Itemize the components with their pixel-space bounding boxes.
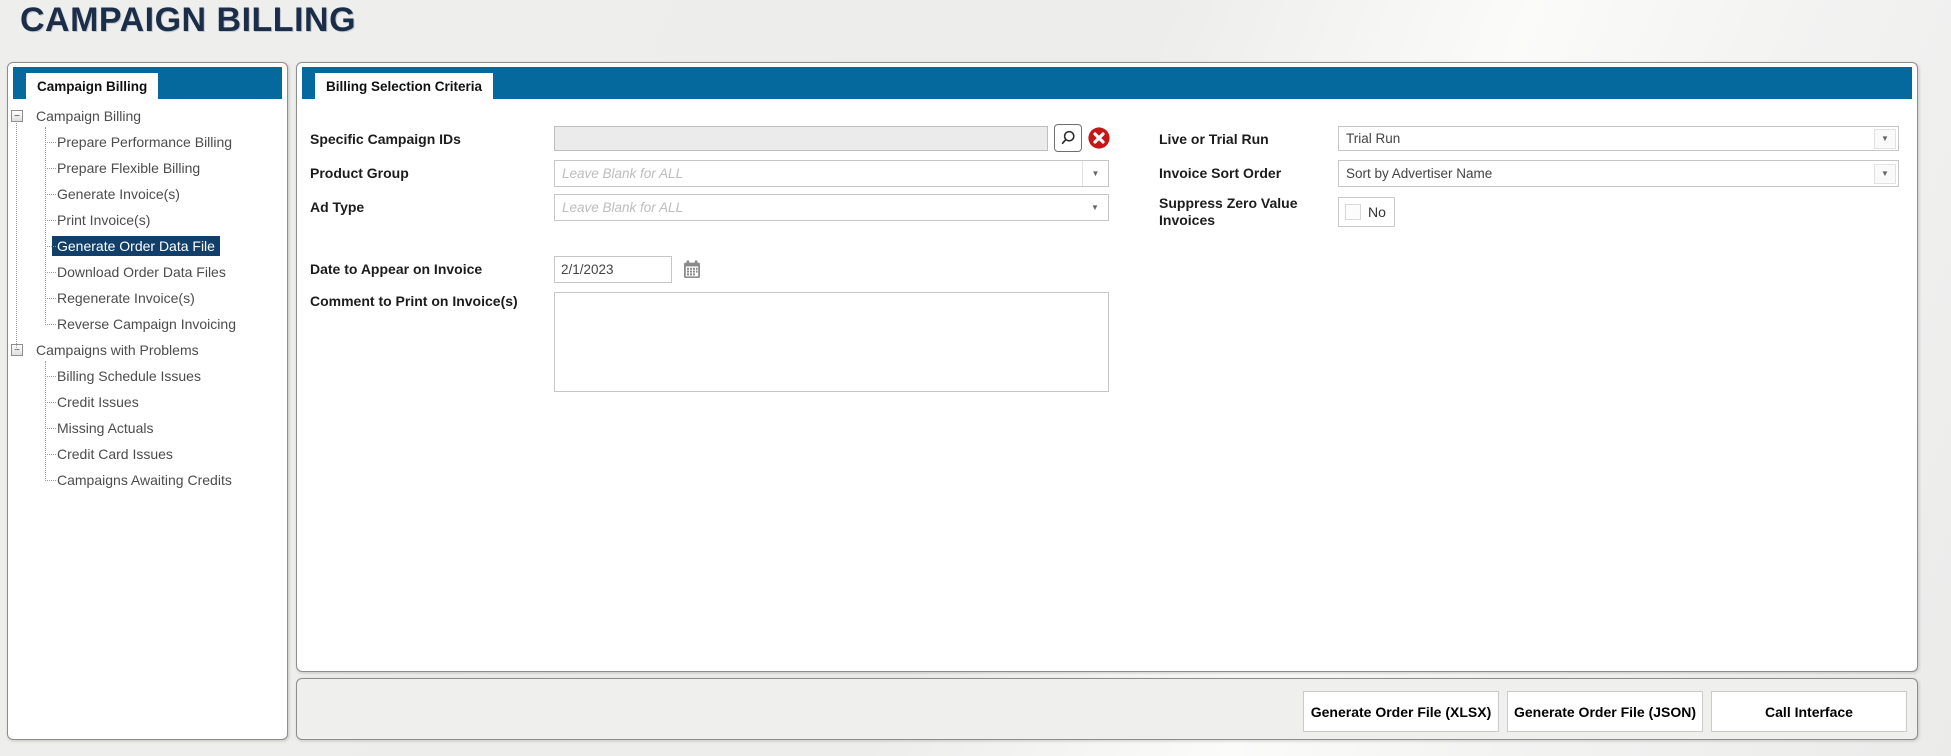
invoice-date-input[interactable] [554,256,672,283]
comment-label: Comment to Print on Invoice(s) [310,293,518,310]
ad-type-select[interactable]: Leave Blank for ALL ▼ [554,194,1109,221]
live-or-trial-label: Live or Trial Run [1159,131,1269,148]
tree-connector-line [45,402,56,403]
tab-billing-selection-criteria[interactable]: Billing Selection Criteria [315,73,493,99]
suppress-zero-toggle[interactable]: No [1338,197,1395,227]
tree-item-label: Download Order Data Files [57,264,226,280]
tree-item-reverse-campaign-invoicing[interactable]: Reverse Campaign Invoicing [8,311,287,337]
main-tabbar: Billing Selection Criteria [302,67,1912,99]
action-bar: Generate Order File (XLSX) Generate Orde… [296,678,1918,740]
tree-connector-line [45,298,56,299]
tree-item-label: Prepare Flexible Billing [57,160,200,176]
tree-item-missing-actuals[interactable]: Missing Actuals [8,415,287,441]
tree-item-credit-card-issues[interactable]: Credit Card Issues [8,441,287,467]
suppress-zero-label: Suppress Zero Value Invoices [1159,195,1311,229]
tree-connector-line [45,194,56,195]
tree-item-label: Billing Schedule Issues [57,368,201,384]
tree-connector-line [16,123,17,350]
tree-connector-line [45,246,56,247]
generate-order-file-xlsx-button[interactable]: Generate Order File (XLSX) [1303,691,1499,732]
tree-item-generate-invoice-s[interactable]: Generate Invoice(s) [8,181,287,207]
suppress-zero-value: No [1368,204,1386,220]
tree-connector-line [45,272,56,273]
tree-connector-line [45,361,46,481]
campaign-search-button[interactable] [1054,124,1082,152]
tree-item-campaign-billing[interactable]: − Campaign Billing [8,103,287,129]
tree-item-label: Credit Issues [57,394,139,410]
collapse-minus-icon[interactable]: − [11,344,23,356]
tree-item-campaigns-awaiting-credits[interactable]: Campaigns Awaiting Credits [8,467,287,493]
billing-criteria-panel: Billing Selection Criteria Specific Camp… [296,62,1918,672]
tree-item-credit-issues[interactable]: Credit Issues [8,389,287,415]
product-group-select[interactable]: Leave Blank for ALL ▼ [554,160,1109,187]
page-title: CAMPAIGN BILLING [20,1,356,40]
tree-item-download-order-data-files[interactable]: Download Order Data Files [8,259,287,285]
specific-campaign-ids-label: Specific Campaign IDs [310,131,461,148]
tree-item-print-invoice-s[interactable]: Print Invoice(s) [8,207,287,233]
tree-connector-line [45,168,56,169]
generate-order-file-json-button[interactable]: Generate Order File (JSON) [1507,691,1703,732]
checkbox-icon [1345,204,1361,220]
tree-item-label: Credit Card Issues [57,446,173,462]
chevron-down-icon: ▼ [1082,203,1108,212]
clear-campaign-button[interactable] [1086,125,1112,151]
tree-item-label: Regenerate Invoice(s) [57,290,195,306]
comment-textarea[interactable] [554,292,1109,392]
sidebar-tabbar: Campaign Billing [13,67,282,99]
search-icon [1059,129,1077,147]
tree-connector-line [45,376,56,377]
tree-connector-line [45,220,56,221]
campaign-billing-window: CAMPAIGN BILLING Campaign Billing −Campa… [0,0,1951,756]
tree-connector-line [45,480,56,481]
collapse-minus-icon[interactable]: − [11,110,23,122]
nav-tree: − Campaign Billing Prepare Performance Bil… [8,103,287,503]
tree-item-label: Print Invoice(s) [57,212,150,228]
calendar-icon [683,260,701,279]
tree-connector-line [45,428,56,429]
invoice-sort-label: Invoice Sort Order [1159,165,1281,182]
chevron-down-icon: ▼ [1874,164,1896,184]
specific-campaign-ids-input[interactable] [554,126,1048,151]
tree-item-generate-order-data-file[interactable]: Generate Order Data File [8,233,287,259]
ad-type-placeholder: Leave Blank for ALL [555,200,1082,215]
tree-item-regenerate-invoice-s[interactable]: Regenerate Invoice(s) [8,285,287,311]
tree-item-label: Generate Invoice(s) [57,186,180,202]
tree-item-label: Prepare Performance Billing [57,134,232,150]
product-group-placeholder: Leave Blank for ALL [555,166,1082,181]
live-or-trial-select[interactable]: Trial Run ▼ [1338,126,1899,151]
tree-item-prepare-flexible-billing[interactable]: Prepare Flexible Billing [8,155,287,181]
tree-item-label: Reverse Campaign Invoicing [57,316,236,332]
tab-campaign-billing[interactable]: Campaign Billing [26,73,158,99]
product-group-label: Product Group [310,165,409,182]
tree-connector-line [45,142,56,143]
tree-connector-line [45,324,56,325]
tree-item-billing-schedule-issues[interactable]: Billing Schedule Issues [8,363,287,389]
ad-type-label: Ad Type [310,199,364,216]
invoice-sort-select[interactable]: Sort by Advertiser Name ▼ [1338,160,1899,187]
delete-x-icon [1087,126,1111,150]
tree-connector-line [45,454,56,455]
tree-item-label: Generate Order Data File [52,236,220,256]
tree-item-label: Campaigns Awaiting Credits [57,472,232,488]
call-interface-button[interactable]: Call Interface [1711,691,1907,732]
tree-item-label: Campaign Billing [36,108,141,124]
chevron-down-icon: ▼ [1874,129,1896,149]
invoice-sort-value: Sort by Advertiser Name [1339,166,1874,181]
tree-item-prepare-performance-billing[interactable]: Prepare Performance Billing [8,129,287,155]
invoice-date-label: Date to Appear on Invoice [310,261,482,278]
navigation-panel: Campaign Billing −Campaign BillingPrepar… [7,62,288,740]
tree-item-label: Missing Actuals [57,420,153,436]
chevron-down-icon: ▼ [1082,161,1108,186]
live-or-trial-value: Trial Run [1339,131,1874,146]
tree-item-campaigns-with-problems[interactable]: − Campaigns with Problems [8,337,287,363]
calendar-picker-button[interactable] [682,259,702,279]
tree-item-label: Campaigns with Problems [36,342,199,358]
tree-connector-line [45,127,46,325]
